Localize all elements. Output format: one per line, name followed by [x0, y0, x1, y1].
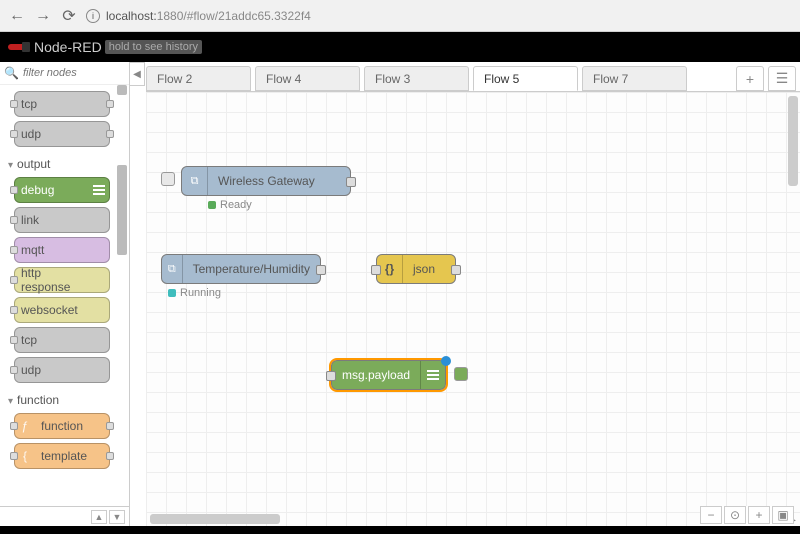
palette-node-label: http response [15, 266, 89, 294]
node-wireless-gateway[interactable]: ⧉ Wireless Gateway [181, 166, 351, 196]
status-dot-icon [168, 289, 176, 297]
canvas-hscroll[interactable] [150, 514, 280, 524]
node-type-icon: { [15, 444, 35, 468]
palette-node-udp[interactable]: udp [14, 357, 110, 383]
tab-flow-5[interactable]: Flow 5 [473, 66, 578, 91]
debug-toggle-button[interactable] [454, 367, 468, 381]
palette-scrollbar[interactable] [117, 85, 127, 506]
browser-back[interactable]: ← [8, 7, 26, 25]
chevron-down-icon: ▾ [8, 160, 13, 171]
zoom-out-button[interactable]: − [700, 506, 722, 524]
browser-forward[interactable]: → [34, 7, 52, 25]
serial-icon: ⧉ [182, 167, 208, 195]
palette-node-label: link [15, 213, 89, 227]
app-header: Node-RED hold to see history [0, 32, 800, 62]
tab-flow-4[interactable]: Flow 4 [255, 66, 360, 91]
view-tools-tray: − ⊙ + ▣ [700, 506, 794, 526]
node-debug[interactable]: msg.payload [331, 360, 446, 390]
nodered-logo-icon [8, 43, 28, 51]
palette-node-debug[interactable]: debug [14, 177, 110, 203]
node-json[interactable]: {} json [376, 254, 456, 284]
palette-node-label: tcp [15, 97, 109, 111]
palette-node-link[interactable]: link [14, 207, 110, 233]
node-type-icon: ƒ [15, 414, 35, 438]
palette-node-tcp[interactable]: tcp [14, 327, 110, 353]
palette-node-function[interactable]: ƒfunction [14, 413, 110, 439]
add-tab-button[interactable]: + [736, 66, 764, 91]
tab-list-button[interactable]: ☰ [768, 66, 796, 91]
search-icon: 🔍 [4, 66, 19, 80]
browser-chrome: ← → ⟳ i localhost:1880/#flow/21addc65.33… [0, 0, 800, 32]
navigator-button[interactable]: ▣ [772, 506, 794, 524]
node-output-port[interactable] [451, 265, 461, 275]
node-type-icon [89, 328, 109, 352]
node-status-th: Running [168, 287, 221, 299]
browser-url-bar[interactable]: i localhost:1880/#flow/21addc65.3322f4 [86, 9, 792, 23]
node-input-port[interactable] [326, 371, 336, 381]
palette-filter-input[interactable] [23, 67, 113, 79]
node-status-gateway: Ready [208, 199, 252, 211]
palette-category-function[interactable]: ▾function [2, 387, 129, 409]
tab-flow-2[interactable]: Flow 2 [146, 66, 251, 91]
palette-node-label: udp [15, 127, 109, 141]
palette-node-label: debug [15, 183, 89, 197]
bottom-bar [0, 526, 800, 534]
palette-node-websocket[interactable]: websocket [14, 297, 110, 323]
palette-node-udp[interactable]: udp [14, 121, 110, 147]
palette-node-template[interactable]: {template [14, 443, 110, 469]
node-type-icon [89, 268, 109, 292]
tab-flow-7[interactable]: Flow 7 [582, 66, 687, 91]
serial-icon: ⧉ [162, 255, 183, 283]
palette-node-mqtt[interactable]: mqtt [14, 237, 110, 263]
node-output-port[interactable] [316, 265, 326, 275]
node-type-icon [89, 298, 109, 322]
palette-node-http-response[interactable]: http response [14, 267, 110, 293]
site-info-icon[interactable]: i [86, 9, 100, 23]
status-dot-icon [208, 201, 216, 209]
gateway-inject-stub[interactable] [161, 172, 175, 186]
workspace: Flow 2Flow 4Flow 3Flow 5Flow 7 + ☰ ⧉ Wir… [146, 62, 800, 526]
node-type-icon [89, 208, 109, 232]
browser-reload[interactable]: ⟳ [60, 6, 78, 26]
node-type-icon [89, 358, 109, 382]
node-type-icon [89, 178, 109, 202]
tab-flow-3[interactable]: Flow 3 [364, 66, 469, 91]
zoom-in-button[interactable]: + [748, 506, 770, 524]
flow-canvas[interactable]: ⧉ Wireless Gateway Ready ⧉ Temperature/H… [146, 92, 800, 526]
palette-sidebar: ◀ 🔍 tcpudp▾outputdebuglinkmqtthttp respo… [0, 62, 130, 526]
palette-node-label: websocket [15, 303, 89, 317]
node-input-port[interactable] [371, 265, 381, 275]
chevron-down-icon: ▾ [8, 396, 13, 407]
palette-footer: ▲ ▼ [0, 506, 129, 526]
app-title: Node-RED [34, 39, 102, 55]
canvas-vscroll[interactable] [788, 96, 798, 186]
deploy-hint: hold to see history [105, 40, 202, 54]
debug-icon [420, 361, 445, 389]
url-host: localhost: [106, 9, 157, 23]
palette-node-tcp[interactable]: tcp [14, 91, 110, 117]
zoom-reset-button[interactable]: ⊙ [724, 506, 746, 524]
palette-node-label: tcp [15, 333, 89, 347]
palette-node-label: function [35, 419, 109, 433]
palette-expand-all[interactable]: ▼ [109, 510, 125, 524]
workspace-tabs: Flow 2Flow 4Flow 3Flow 5Flow 7 + ☰ [146, 62, 800, 92]
node-type-icon [89, 238, 109, 262]
palette-node-label: template [35, 449, 109, 463]
node-changed-indicator-icon [441, 356, 451, 366]
palette-filter: 🔍 [0, 62, 129, 85]
palette-node-label: mqtt [15, 243, 89, 257]
node-output-port[interactable] [346, 177, 356, 187]
palette-collapse-all[interactable]: ▲ [91, 510, 107, 524]
palette-body: tcp udp ▾output debug link mqtt http response w… [0, 85, 129, 506]
url-rest: 1880/#flow/21addc65.3322f4 [157, 9, 311, 23]
node-temperature-humidity[interactable]: ⧉ Temperature/Humidity [161, 254, 321, 284]
palette-category-output[interactable]: ▾output [2, 151, 129, 173]
palette-node-label: udp [15, 363, 89, 377]
palette-collapse-toggle[interactable]: ◀ [129, 62, 145, 86]
